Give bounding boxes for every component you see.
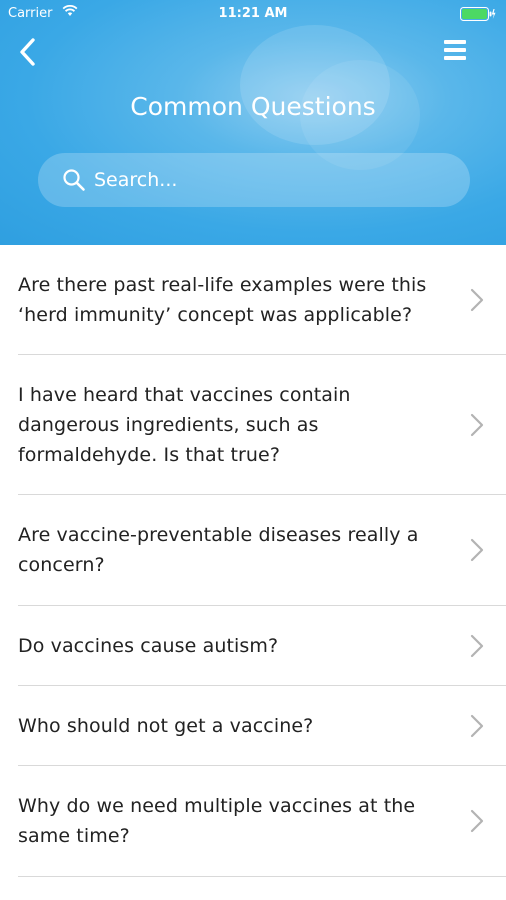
questions-list: Are there past real-life examples were t…: [0, 245, 506, 877]
question-text: Are there past real-life examples were t…: [18, 273, 427, 326]
header: Carrier 11:21 AM Common Questions Search…: [0, 0, 506, 245]
search-icon: [62, 168, 86, 196]
chevron-right-icon: [470, 413, 484, 436]
chevron-right-icon: [470, 634, 484, 657]
back-arrow-icon: [20, 38, 35, 66]
chevron-right-icon: [470, 809, 484, 833]
back-button[interactable]: [14, 36, 44, 70]
question-row[interactable]: Who should not get a vaccine?: [18, 686, 506, 766]
status-bar: Carrier 11:21 AM: [0, 0, 506, 28]
battery-icon: [460, 7, 496, 25]
page-title: Common Questions: [130, 92, 376, 121]
chevron-right-icon: [470, 714, 484, 737]
question-text: Do vaccines cause autism?: [18, 634, 279, 657]
question-row[interactable]: Are there past real-life examples were t…: [18, 245, 506, 355]
search-bar[interactable]: [38, 153, 470, 207]
question-row[interactable]: I have heard that vaccines contain dange…: [18, 355, 506, 495]
question-row[interactable]: Are vaccine-preventable diseases really …: [18, 495, 506, 606]
question-text: Who should not get a vaccine?: [18, 714, 314, 737]
search-input[interactable]: [94, 153, 454, 207]
question-text: Why do we need multiple vaccines at the …: [18, 795, 416, 847]
hamburger-menu-icon: [444, 40, 470, 60]
question-text: Are vaccine-preventable diseases really …: [18, 524, 419, 576]
status-time: 11:21 AM: [218, 6, 288, 21]
chevron-right-icon: [470, 288, 484, 311]
menu-button[interactable]: [444, 40, 470, 66]
question-text: I have heard that vaccines contain dange…: [18, 383, 351, 466]
question-row[interactable]: Do vaccines cause autism?: [18, 606, 506, 686]
chevron-right-icon: [470, 538, 484, 562]
question-row[interactable]: Why do we need multiple vaccines at the …: [18, 766, 506, 877]
